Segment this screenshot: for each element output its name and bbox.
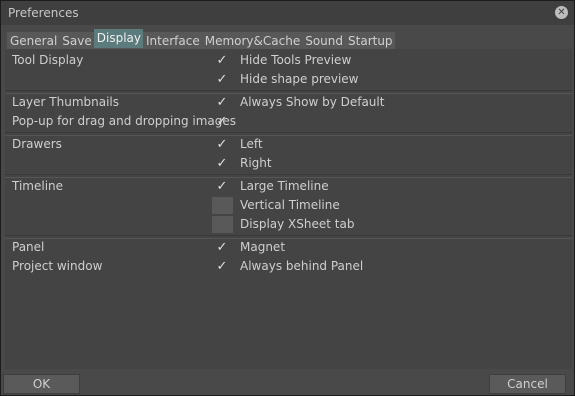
ok-button[interactable]: OK: [3, 374, 80, 394]
tab-sound[interactable]: Sound: [302, 32, 345, 49]
always-behind-panel-checkbox[interactable]: ✓: [212, 259, 232, 275]
hide-shape-preview-label: Hide shape preview: [240, 72, 359, 86]
title-bar: Preferences ✕: [1, 1, 574, 25]
cancel-button[interactable]: Cancel: [489, 374, 566, 394]
tool-display-label: Tool Display: [12, 53, 84, 67]
display-settings-panel: Tool Display ✓ Hide Tools Preview ✓ Hide…: [5, 49, 572, 369]
timeline-label: Timeline: [12, 179, 64, 193]
large-timeline-checkbox[interactable]: ✓: [212, 179, 232, 195]
tab-memory-cache[interactable]: Memory&Cache: [202, 32, 302, 49]
tab-save[interactable]: Save: [59, 32, 93, 49]
project-window-label: Project window: [12, 259, 103, 273]
layer-thumbnails-label: Layer Thumbnails: [12, 95, 119, 109]
hide-shape-preview-checkbox[interactable]: ✓: [212, 72, 232, 88]
drawer-left-label: Left: [240, 137, 263, 151]
hide-tools-preview-checkbox[interactable]: ✓: [212, 53, 232, 69]
divider: [5, 174, 572, 178]
drawer-left-checkbox[interactable]: ✓: [212, 137, 232, 153]
magnet-checkbox[interactable]: ✓: [212, 240, 232, 256]
always-show-by-default-checkbox[interactable]: ✓: [212, 95, 232, 111]
preferences-dialog: Preferences ✕ General Save Display Inter…: [0, 0, 575, 396]
tab-display[interactable]: Display: [93, 29, 143, 48]
large-timeline-label: Large Timeline: [240, 179, 329, 193]
vertical-timeline-label: Vertical Timeline: [240, 198, 340, 212]
display-xsheet-tab-checkbox[interactable]: [212, 216, 233, 233]
popup-drag-drop-label: Pop-up for drag and dropping images: [12, 114, 237, 128]
popup-drag-drop-checkbox[interactable]: ✓: [212, 114, 232, 130]
hide-tools-preview-label: Hide Tools Preview: [240, 53, 352, 67]
magnet-label: Magnet: [240, 240, 286, 254]
always-show-by-default-label: Always Show by Default: [240, 95, 385, 109]
divider: [5, 235, 572, 239]
tab-startup[interactable]: Startup: [345, 32, 395, 49]
tab-general[interactable]: General: [7, 32, 59, 49]
window-title: Preferences: [8, 6, 79, 20]
drawers-label: Drawers: [12, 137, 62, 151]
close-icon[interactable]: ✕: [555, 6, 568, 19]
panel-label: Panel: [12, 240, 45, 254]
vertical-timeline-checkbox[interactable]: [212, 197, 233, 214]
divider: [5, 90, 572, 94]
display-xsheet-tab-label: Display XSheet tab: [240, 217, 355, 231]
drawer-right-label: Right: [240, 156, 272, 170]
tab-interface[interactable]: Interface: [143, 32, 202, 49]
tab-bar: General Save Display Interface Memory&Ca…: [7, 29, 395, 49]
divider: [5, 132, 572, 136]
always-behind-panel-label: Always behind Panel: [240, 259, 364, 273]
drawer-right-checkbox[interactable]: ✓: [212, 156, 232, 172]
